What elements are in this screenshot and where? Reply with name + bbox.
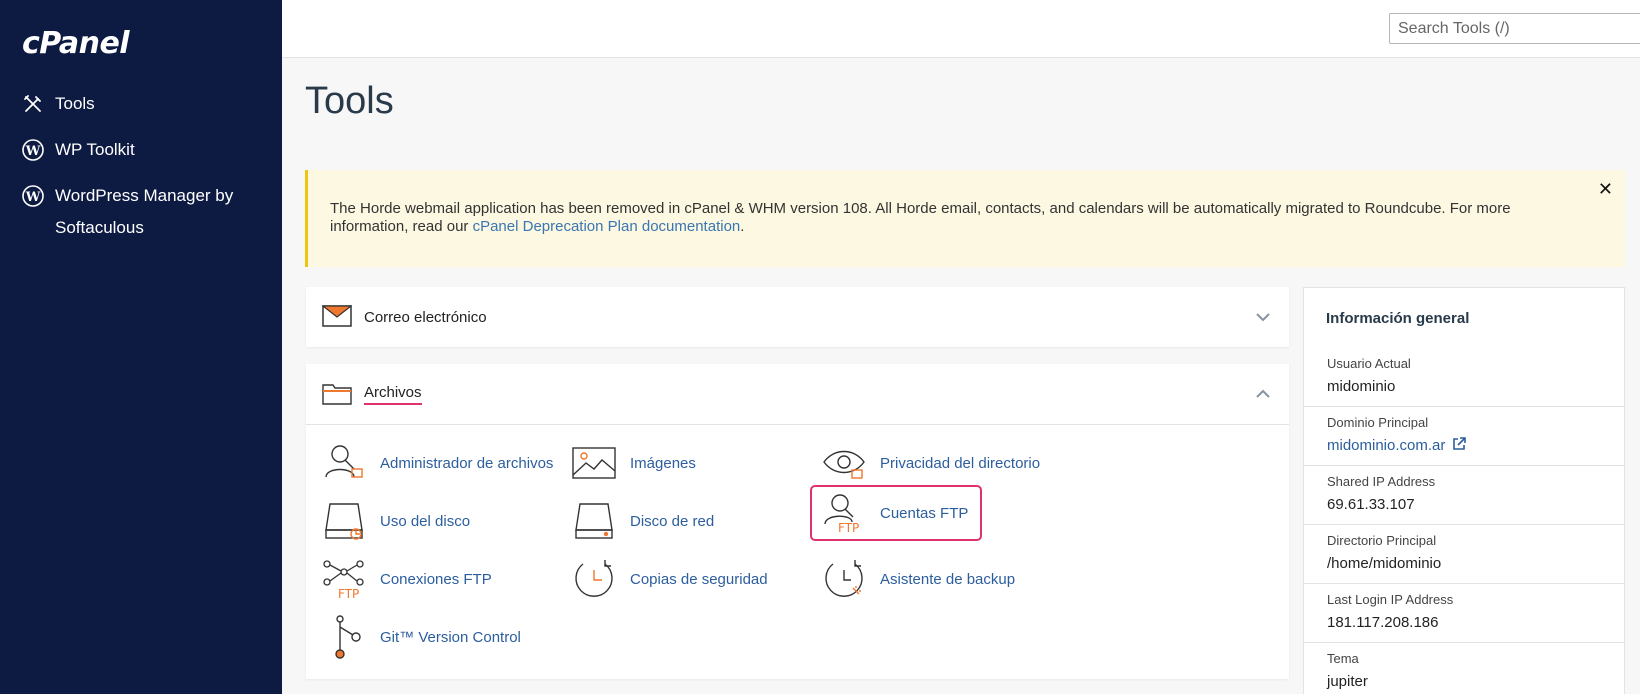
cpanel-logo[interactable]: cPanel (22, 26, 130, 61)
backup-wizard-icon (822, 557, 866, 601)
page-title: Tools (305, 80, 394, 122)
panel-email: Correo electrónico (306, 287, 1289, 347)
panel-files-title: Archivos (364, 384, 422, 405)
sidebar: cPanel Tools W WP Toolkit W WordPress Ma… (0, 0, 282, 694)
tool-file-manager[interactable]: Administrador de archivos (322, 441, 553, 485)
tools-grid: Administrador de archivos Imágenes Priva… (306, 424, 1289, 676)
info-row-theme: Tema jupiter (1327, 651, 1368, 690)
svg-text:W: W (25, 190, 41, 205)
info-row-shared-ip: Shared IP Address 69.61.33.107 (1304, 466, 1624, 525)
tool-backup[interactable]: Copias de seguridad (572, 557, 768, 601)
tool-ftp-accounts[interactable]: FTP Cuentas FTP (810, 485, 983, 541)
wordpress-icon: W (22, 185, 44, 207)
chevron-up-icon[interactable] (1255, 386, 1271, 402)
panel-files: Archivos Administrador de archivos Imáge… (306, 364, 1289, 679)
svg-text:W: W (25, 144, 41, 159)
sidebar-item-wp-toolkit[interactable]: W WP Toolkit (22, 134, 135, 166)
web-disk-icon (572, 499, 616, 543)
info-row-current-user: Usuario Actual midominio (1304, 348, 1624, 407)
ftp-connections-icon: FTP (322, 557, 366, 601)
deprecation-notice: The Horde webmail application has been r… (305, 170, 1625, 267)
tool-ftp-connections[interactable]: FTP Conexiones FTP (322, 557, 492, 601)
svg-text:FTP: FTP (338, 587, 359, 600)
wordpress-icon: W (22, 139, 44, 161)
search-tools-input[interactable] (1389, 13, 1640, 44)
panel-files-header[interactable]: Archivos (306, 364, 1289, 424)
general-info-panel: Información general Usuario Actual midom… (1303, 287, 1625, 694)
tools-icon (22, 93, 44, 115)
disk-usage-icon (322, 499, 366, 543)
sidebar-item-label: WordPress Manager by Softaculous (55, 186, 234, 237)
external-link-icon (1452, 437, 1466, 450)
tool-web-disk[interactable]: Disco de red (572, 499, 714, 543)
primary-domain-link[interactable]: midominio.com.ar (1327, 437, 1466, 454)
info-row-home-directory: Directorio Principal /home/midominio (1304, 525, 1624, 584)
ftp-accounts-icon: FTP (822, 491, 866, 535)
tool-disk-usage[interactable]: Uso del disco (322, 499, 470, 543)
directory-privacy-icon (822, 441, 866, 485)
envelope-icon (322, 305, 352, 329)
sidebar-item-label: Tools (55, 94, 95, 113)
tool-backup-wizard[interactable]: Asistente de backup (822, 557, 1015, 601)
backup-icon (572, 557, 616, 601)
tool-images[interactable]: Imágenes (572, 441, 696, 485)
folder-icon (322, 382, 352, 406)
panel-email-title: Correo electrónico (364, 308, 487, 326)
deprecation-plan-link[interactable]: cPanel Deprecation Plan documentation (473, 218, 741, 235)
info-row-last-login-ip: Last Login IP Address 181.117.208.186 (1304, 584, 1624, 643)
tool-git-version-control[interactable]: Git™ Version Control (322, 615, 521, 659)
info-row-primary-domain: Dominio Principal midominio.com.ar (1304, 407, 1624, 466)
close-icon[interactable]: ✕ (1598, 180, 1613, 198)
panel-email-header[interactable]: Correo electrónico (306, 287, 1289, 347)
sidebar-item-wordpress-manager[interactable]: W WordPress Manager by Softaculous (22, 180, 262, 244)
sidebar-item-tools[interactable]: Tools (22, 88, 95, 120)
tool-directory-privacy[interactable]: Privacidad del directorio (822, 441, 1040, 485)
general-info-title: Información general (1326, 310, 1470, 327)
file-manager-icon (322, 441, 366, 485)
images-icon (572, 441, 616, 485)
git-icon (322, 615, 366, 659)
sidebar-item-label: WP Toolkit (55, 140, 135, 159)
svg-text:FTP: FTP (838, 521, 859, 534)
chevron-down-icon[interactable] (1255, 309, 1271, 325)
